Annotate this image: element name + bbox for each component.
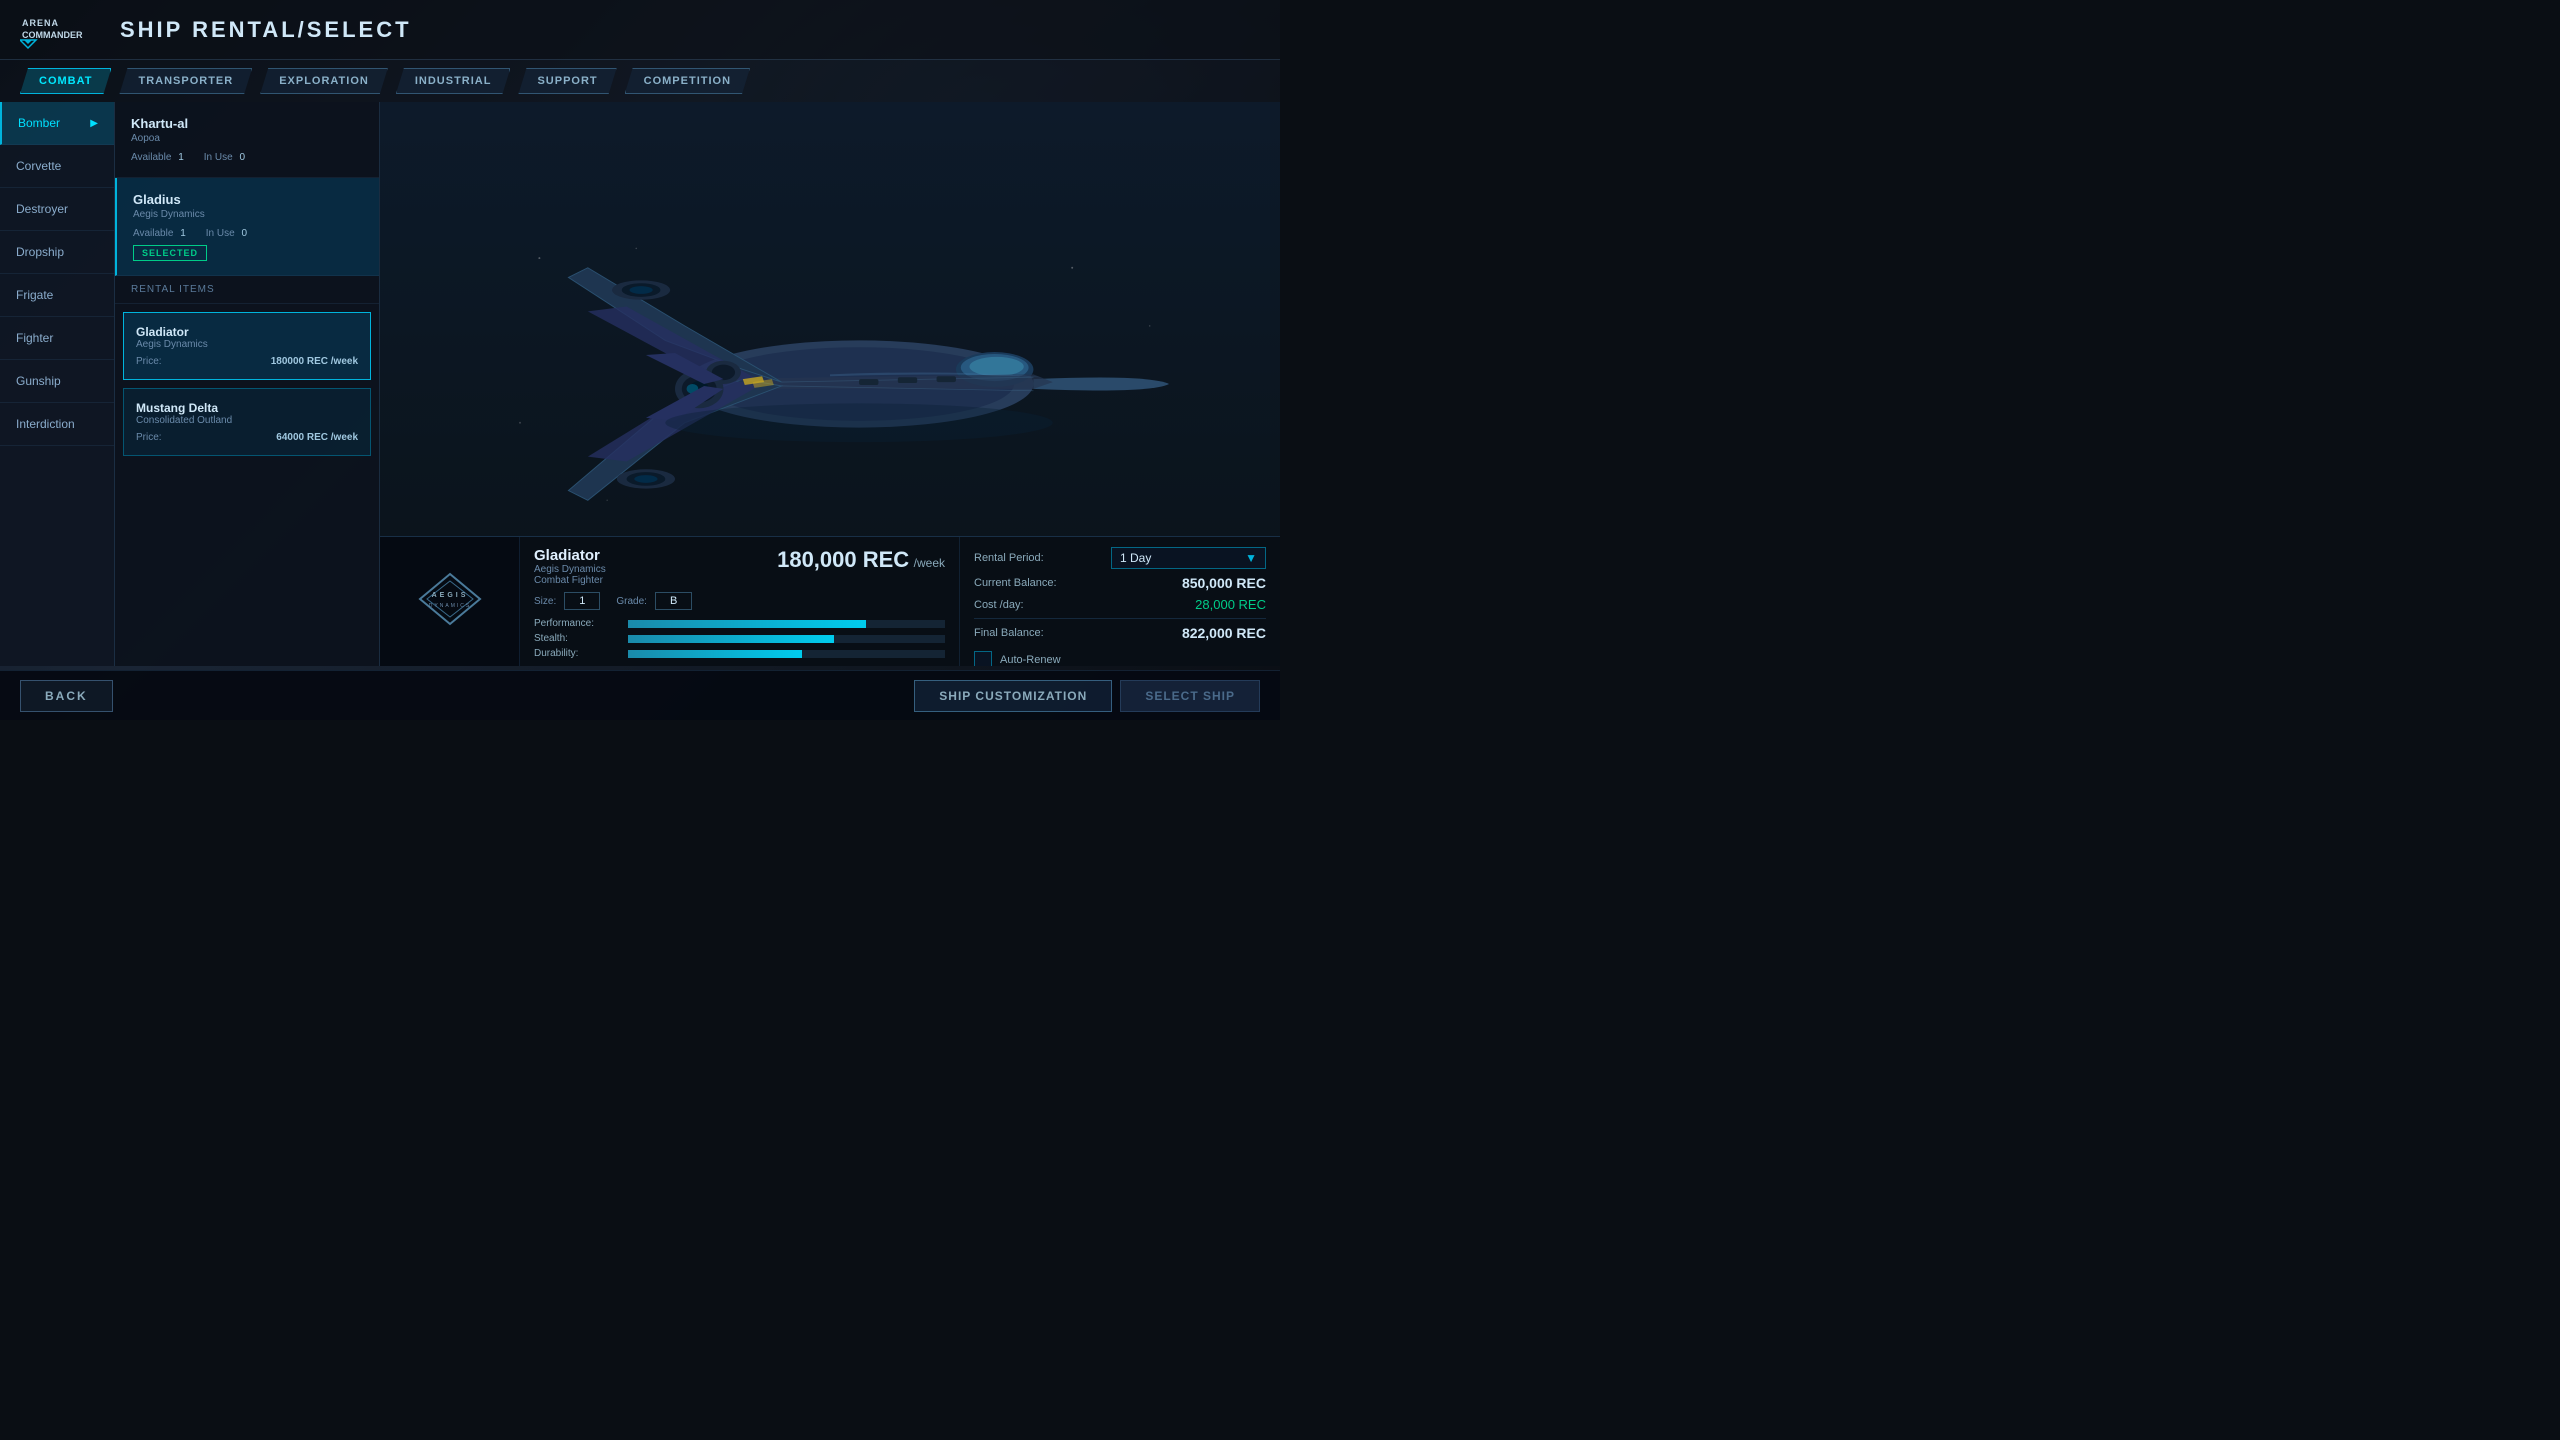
final-balance-label: Final Balance: [974,627,1044,639]
stat-durability-label: Durability: [534,648,624,659]
category-item-interdiction[interactable]: Interdiction [0,403,114,446]
auto-renew-checkbox[interactable] [974,651,992,666]
ship-manufacturer: Aegis Dynamics [534,564,606,575]
chevron-right-icon: ▶ [90,118,98,129]
stat-durability-bar [628,650,802,658]
tab-bar: Combat Transporter Exploration Industria… [0,60,1280,102]
ship-preview-panel: AEGIS DYNAMICS Gladiator Aegis Dynamics … [380,102,1280,666]
bottom-bar: BACK SHIP CUSTOMIZATION SELECT SHIP [0,670,1280,720]
selected-badge: SELECTED [133,245,207,261]
balance-value: 850,000 REC [1182,575,1266,591]
tab-transporter[interactable]: Transporter [119,68,252,94]
stat-performance-bar [628,620,866,628]
category-item-bomber[interactable]: Bomber ▶ [0,102,114,145]
category-item-gunship[interactable]: Gunship [0,360,114,403]
rental-period-label: Rental Period: [974,552,1044,564]
stat-stealth-bar [628,635,834,643]
ship-size: 1 [564,592,600,610]
ship-price: 180,000 REC [777,547,909,572]
ship-list-panel: Khartu-al Aopoa Available 1 In Use 0 Gla… [115,102,380,666]
rental-item-gladiator[interactable]: Gladiator Aegis Dynamics Price: 180000 R… [123,312,371,380]
divider [974,618,1266,619]
rental-item-mustang-delta[interactable]: Mustang Delta Consolidated Outland Price… [123,388,371,456]
final-balance-value: 822,000 REC [1182,625,1266,641]
header: ARENA COMMANDER SHIP RENTAL/SELECT [0,0,1280,60]
select-ship-button[interactable]: SELECT SHIP [1120,680,1260,712]
ship-details-section: Gladiator Aegis Dynamics Combat Fighter … [520,537,960,666]
svg-text:COMMANDER: COMMANDER [22,30,83,40]
rental-items-header: Rental Items [115,276,379,304]
rental-period-dropdown[interactable]: 1 Day ▼ [1111,547,1266,569]
category-panel: Bomber ▶ Corvette Destroyer Dropship Fri… [0,102,115,666]
tab-industrial[interactable]: Industrial [396,68,511,94]
dropdown-arrow-icon: ▼ [1245,551,1257,565]
tab-combat[interactable]: Combat [20,68,111,94]
manufacturer-logo-area: AEGIS DYNAMICS [380,537,520,666]
grade-label: Grade: [616,596,647,607]
category-item-frigate[interactable]: Frigate [0,274,114,317]
back-button[interactable]: BACK [20,680,113,712]
ship-customization-button[interactable]: SHIP CUSTOMIZATION [914,680,1112,712]
ship-illustration [490,229,1170,539]
ship-name: Gladiator [534,547,606,564]
stat-performance-label: Performance: [534,618,624,629]
category-item-destroyer[interactable]: Destroyer [0,188,114,231]
cost-value: 28,000 REC [1195,597,1266,612]
tab-competition[interactable]: Competition [625,68,750,94]
svg-text:DYNAMICS: DYNAMICS [428,603,470,609]
main-layout: Bomber ▶ Corvette Destroyer Dropship Fri… [0,102,1280,666]
ship-type: Combat Fighter [534,575,606,586]
game-logo: ARENA COMMANDER [20,10,100,50]
aegis-logo: AEGIS DYNAMICS [410,569,490,634]
rental-panel: Rental Period: 1 Day ▼ Current Balance: … [960,537,1280,666]
ship-grade: B [655,592,692,610]
category-item-dropship[interactable]: Dropship [0,231,114,274]
balance-label: Current Balance: [974,577,1057,589]
bottom-right-buttons: SHIP CUSTOMIZATION SELECT SHIP [914,680,1260,712]
page-title: SHIP RENTAL/SELECT [120,17,412,43]
svg-text:ARENA: ARENA [22,18,59,28]
category-item-corvette[interactable]: Corvette [0,145,114,188]
ship-entry-khartu-al[interactable]: Khartu-al Aopoa Available 1 In Use 0 [115,102,379,178]
svg-text:AEGIS: AEGIS [431,592,468,599]
bottom-info-bar: AEGIS DYNAMICS Gladiator Aegis Dynamics … [380,536,1280,666]
category-item-fighter[interactable]: Fighter [0,317,114,360]
stat-durability-bar-bg [628,650,945,658]
ship-entry-gladius[interactable]: Gladius Aegis Dynamics Available 1 In Us… [115,178,379,276]
stat-stealth-label: Stealth: [534,633,624,644]
stat-performance-bar-bg [628,620,945,628]
tab-support[interactable]: Support [518,68,616,94]
auto-renew-label: Auto-Renew [1000,654,1061,666]
rental-period-value: 1 Day [1120,551,1151,565]
size-label: Size: [534,596,556,607]
cost-label: Cost /day: [974,599,1024,611]
stat-stealth-bar-bg [628,635,945,643]
tab-exploration[interactable]: Exploration [260,68,388,94]
ship-price-unit: /week [914,556,945,570]
